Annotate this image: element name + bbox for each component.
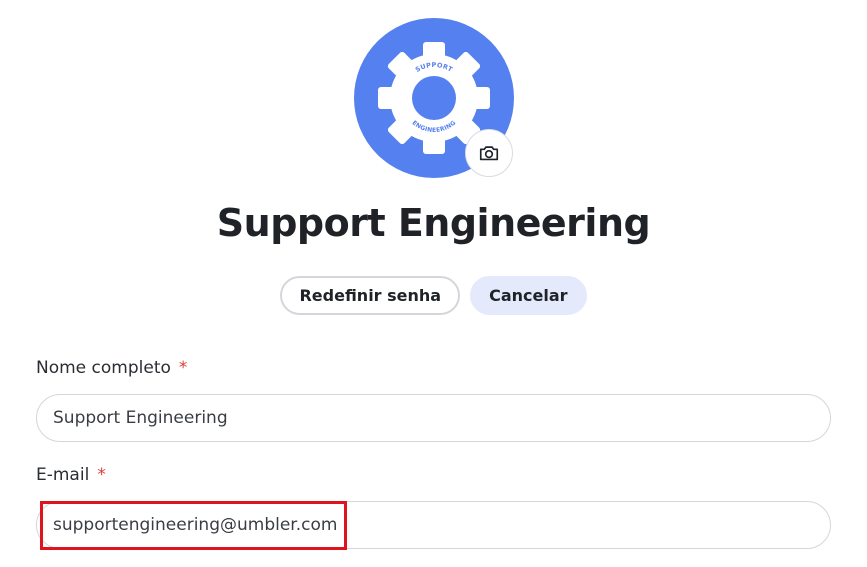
profile-page: SUPPORT ENGINEERING Support Engineering … (0, 0, 867, 567)
full-name-label-text: Nome completo (36, 358, 171, 378)
cancel-button[interactable]: Cancelar (470, 276, 587, 315)
change-photo-button[interactable] (465, 129, 513, 177)
camera-icon (479, 146, 499, 161)
profile-name-heading: Support Engineering (216, 201, 651, 245)
reset-password-button[interactable]: Redefinir senha (280, 276, 461, 315)
email-label-text: E-mail (36, 465, 90, 485)
profile-actions: Redefinir senha Cancelar (0, 276, 867, 315)
required-mark: * (97, 465, 106, 485)
full-name-input[interactable] (36, 394, 831, 442)
email-input[interactable] (36, 501, 831, 549)
required-mark: * (178, 358, 188, 378)
email-label: E-mail * (36, 465, 106, 485)
full-name-label: Nome completo * (36, 358, 187, 378)
